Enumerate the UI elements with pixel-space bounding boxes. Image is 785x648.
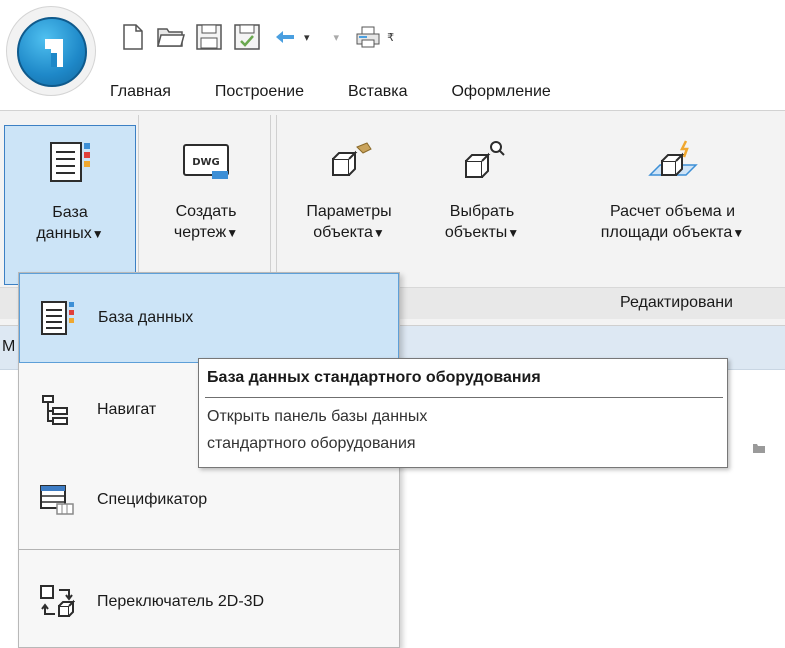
create-drawing-line1: Создать <box>175 203 237 220</box>
menu-item-switch-2d-3d-label: Переключатель 2D-3D <box>97 593 265 610</box>
volume-calc-icon <box>646 135 700 187</box>
tooltip-desc-line1: Открыть панель базы данных <box>207 408 428 425</box>
object-params-button[interactable]: Параметры объекта▼ <box>284 125 414 285</box>
object-params-line1: Параметры <box>306 203 392 220</box>
database-icon <box>40 300 76 336</box>
menu-item-database-label: База данных <box>98 309 194 326</box>
undo-dropdown-icon[interactable]: ▾ <box>304 31 310 44</box>
redo-dropdown-icon[interactable]: ▾ <box>334 31 340 44</box>
save-icon[interactable] <box>194 22 224 52</box>
create-drawing-line2-wrap: чертеж▼ <box>174 222 238 244</box>
volume-calc-line1: Расчет объема и <box>609 203 736 220</box>
group-divider <box>270 115 271 287</box>
object-params-line2: объекта <box>313 224 373 241</box>
menu-item-navigator-label: Навигат <box>97 401 157 418</box>
ribbon-tabs: Главная Построение Вставка Оформление <box>110 74 595 110</box>
tab-design[interactable]: Оформление <box>451 83 550 101</box>
group-divider <box>138 115 139 287</box>
tooltip-divider <box>205 397 723 398</box>
volume-calc-button[interactable]: Расчет объема и площади объекта▼ <box>560 125 785 285</box>
chevron-down-icon: ▼ <box>226 226 239 240</box>
new-file-icon[interactable] <box>118 22 148 52</box>
chevron-down-icon: ▼ <box>91 227 104 241</box>
menu-separator <box>19 549 399 550</box>
menu-item-specifier[interactable]: Спецификатор <box>19 455 399 545</box>
tooltip-desc-line2: стандартного оборудования <box>207 435 416 452</box>
database-button-line1: База <box>52 204 88 221</box>
switch-2d3d-icon <box>39 584 75 620</box>
open-folder-icon[interactable] <box>156 22 186 52</box>
menu-item-switch-2d-3d[interactable]: Переключатель 2D-3D <box>19 557 399 647</box>
object-params-line2-wrap: объекта▼ <box>313 222 385 244</box>
select-objects-button[interactable]: Выбрать объекты▼ <box>416 125 548 285</box>
app-window: ▾ ▾ ₹ Главная Построение Вставка Оформле… <box>0 0 785 648</box>
group-divider <box>276 115 277 287</box>
menu-item-specifier-label: Спецификатор <box>97 491 208 508</box>
tooltip-description: Открыть панель базы данных стандартного … <box>207 403 707 457</box>
app-logo[interactable] <box>6 6 96 96</box>
tooltip-title: База данных стандартного оборудования <box>207 369 541 386</box>
chevron-down-icon: ▼ <box>372 226 385 240</box>
tab-construction[interactable]: Построение <box>215 83 304 101</box>
customize-icon[interactable]: ₹ <box>387 31 394 44</box>
tab-insert[interactable]: Вставка <box>348 83 407 101</box>
undo-icon[interactable] <box>270 22 300 52</box>
database-button-line2: данных <box>36 225 92 242</box>
title-bar: ▾ ▾ ₹ <box>0 0 785 74</box>
table-icon <box>39 482 75 518</box>
tooltip: База данных стандартного оборудования От… <box>198 358 728 468</box>
dwg-icon: DWG <box>182 135 230 187</box>
select-objects-line2: объекты <box>444 224 508 241</box>
group-name-editing: Редактировани <box>620 294 733 311</box>
quick-access-toolbar: ▾ ▾ ₹ <box>118 22 408 52</box>
panel-header-text: М <box>2 338 16 355</box>
print-icon[interactable] <box>353 22 383 52</box>
create-drawing-button[interactable]: DWG Создать чертеж▼ <box>144 125 268 285</box>
select-objects-icon <box>458 135 506 187</box>
svg-text:DWG: DWG <box>192 157 220 168</box>
database-icon <box>5 136 135 188</box>
folder-icon[interactable] <box>752 440 766 454</box>
save-all-icon[interactable] <box>232 22 262 52</box>
database-button[interactable]: База данных▼ <box>4 125 136 285</box>
object-params-icon <box>325 135 373 187</box>
select-objects-line2-wrap: объекты▼ <box>445 222 519 244</box>
tab-home[interactable]: Главная <box>110 83 171 101</box>
create-drawing-line2: чертеж <box>173 224 227 241</box>
chevron-down-icon: ▼ <box>732 226 745 240</box>
volume-calc-line2-wrap: площади объекта▼ <box>601 222 744 244</box>
volume-calc-line2: площади объекта <box>600 224 733 241</box>
chevron-down-icon: ▼ <box>507 226 520 240</box>
menu-item-database[interactable]: База данных <box>19 273 399 363</box>
tree-icon <box>39 392 75 428</box>
select-objects-line1: Выбрать <box>449 203 515 220</box>
database-button-line2-wrap: данных▼ <box>36 223 103 245</box>
